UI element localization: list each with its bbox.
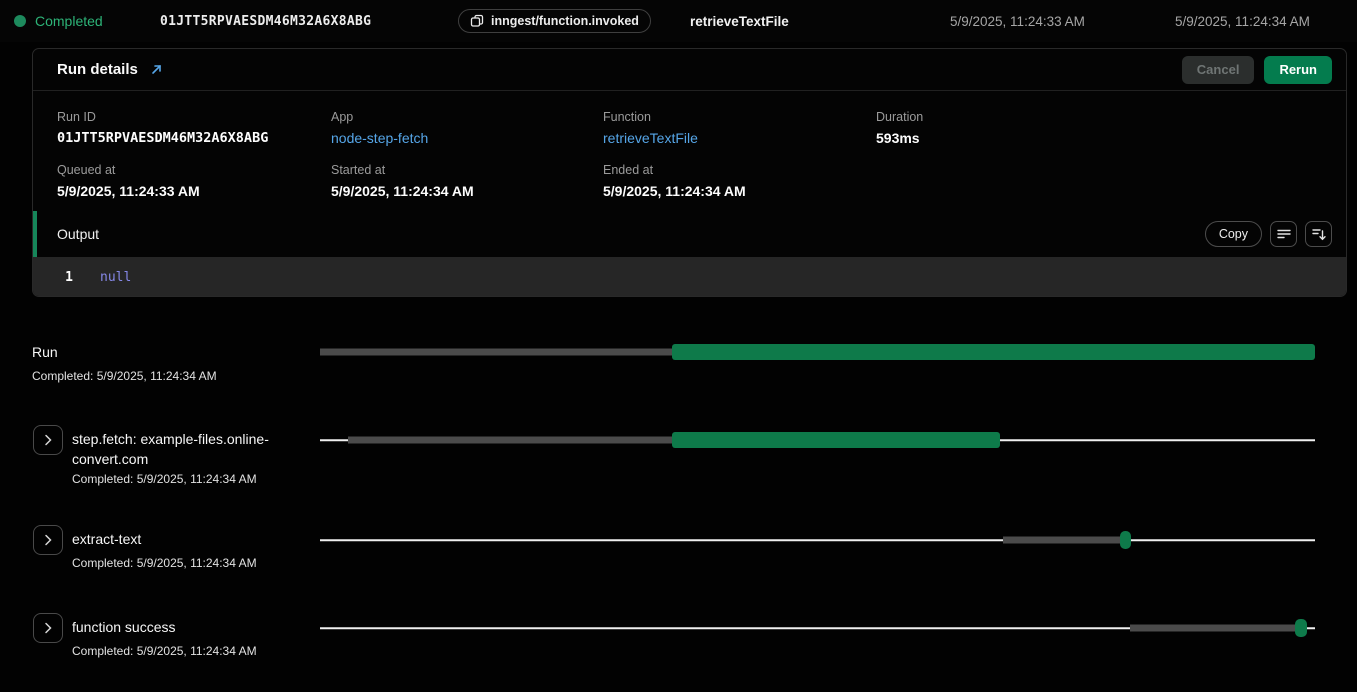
status-badge: Completed (14, 0, 103, 42)
trace-row-completed-at: Completed: 5/9/2025, 11:24:34 AM (72, 556, 257, 570)
word-wrap-button[interactable] (1270, 221, 1297, 247)
status-label: Completed (35, 13, 103, 29)
trace-row-label: function success (72, 617, 257, 637)
timeline-segment-active (672, 432, 999, 448)
timeline-segment-marker (1120, 531, 1131, 549)
expand-step-button[interactable] (33, 613, 63, 643)
field-queued-at: Queued at 5/9/2025, 11:24:33 AM (57, 163, 331, 199)
started-timestamp: 5/9/2025, 11:24:34 AM (1175, 0, 1310, 42)
timeline-segment-queued (1130, 625, 1295, 632)
field-ended-at: Ended at 5/9/2025, 11:24:34 AM (603, 163, 876, 199)
panel-title: Run details (57, 61, 138, 78)
timeline-track (320, 342, 1315, 362)
timeline-segment-queued (320, 349, 672, 356)
timeline-track (320, 430, 1315, 450)
panel-header: Run details Cancel Rerun (33, 49, 1346, 91)
timeline-track (320, 530, 1315, 550)
run-summary-bar[interactable]: Completed 01JTT5RPVAESDM46M32A6X8ABG inn… (0, 0, 1357, 42)
output-header: Output Copy (33, 211, 1346, 257)
trace-row-completed-at: Completed: 5/9/2025, 11:24:34 AM (72, 472, 320, 486)
trace-row-label: step.fetch: example-files.online-convert… (72, 429, 320, 469)
chevron-right-icon (44, 534, 52, 546)
rerun-button[interactable]: Rerun (1264, 56, 1332, 84)
queued-timestamp: 5/9/2025, 11:24:33 AM (950, 0, 1085, 42)
field-label: Ended at (603, 163, 876, 177)
copy-output-button[interactable]: Copy (1205, 221, 1262, 247)
field-label: Duration (876, 110, 1322, 124)
timeline-segment-line (320, 439, 348, 441)
trace-row-function-success: function success Completed: 5/9/2025, 11… (0, 612, 1357, 692)
run-details-grid: Run ID 01JTT5RPVAESDM46M32A6X8ABG App no… (33, 91, 1346, 199)
align-lines-icon (1277, 228, 1291, 240)
trace-row-label: Run (32, 342, 217, 362)
timeline-segment-line (1131, 539, 1315, 541)
trace-row-extract-text: extract-text Completed: 5/9/2025, 11:24:… (0, 524, 1357, 604)
format-output-button[interactable] (1305, 221, 1332, 247)
field-label: Started at (331, 163, 603, 177)
status-dot-icon (14, 15, 26, 27)
field-duration: Duration 593ms (876, 110, 1322, 146)
panel-actions: Cancel Rerun (1182, 56, 1332, 84)
field-value: 593ms (876, 130, 1322, 146)
run-id-text: 01JTT5RPVAESDM46M32A6X8ABG (160, 0, 371, 42)
app-link[interactable]: node-step-fetch (331, 130, 603, 146)
function-name-text: retrieveTextFile (690, 0, 789, 42)
field-label: Queued at (57, 163, 331, 177)
field-value: 5/9/2025, 11:24:34 AM (603, 183, 876, 199)
trace-row-step-fetch: step.fetch: example-files.online-convert… (0, 424, 1357, 504)
output-accent-bar (33, 211, 37, 257)
trigger-event-badge: inngest/function.invoked (458, 9, 651, 33)
timeline-segment-line (1307, 627, 1315, 629)
line-number: 1 (33, 270, 73, 285)
output-actions: Copy (1205, 221, 1346, 247)
external-link-icon[interactable] (150, 63, 163, 76)
chevron-right-icon (44, 622, 52, 634)
trace-row-info: extract-text Completed: 5/9/2025, 11:24:… (33, 524, 320, 570)
field-function: Function retrieveTextFile (603, 110, 876, 146)
field-label: Function (603, 110, 876, 124)
trace-row-info: function success Completed: 5/9/2025, 11… (33, 612, 320, 658)
event-name: inngest/function.invoked (491, 14, 639, 28)
timeline-segment-line (320, 627, 1130, 629)
timeline-track (320, 618, 1315, 638)
field-value: 01JTT5RPVAESDM46M32A6X8ABG (57, 130, 331, 146)
output-title: Output (57, 226, 99, 242)
trace-row-info: Run Completed: 5/9/2025, 11:24:34 AM (32, 336, 319, 383)
timeline-segment-queued (1003, 537, 1120, 544)
field-label: App (331, 110, 603, 124)
field-value: 5/9/2025, 11:24:33 AM (57, 183, 331, 199)
trace-row-completed-at: Completed: 5/9/2025, 11:24:34 AM (72, 644, 257, 658)
trace-row-label: extract-text (72, 529, 257, 549)
field-run-id: Run ID 01JTT5RPVAESDM46M32A6X8ABG (57, 110, 331, 146)
field-value: 5/9/2025, 11:24:34 AM (331, 183, 603, 199)
output-value: null (100, 270, 131, 285)
function-link[interactable]: retrieveTextFile (603, 130, 876, 146)
field-started-at: Started at 5/9/2025, 11:24:34 AM (331, 163, 603, 199)
output-code-block[interactable]: 1 null (33, 257, 1346, 297)
field-label: Run ID (57, 110, 331, 124)
expand-step-button[interactable] (33, 525, 63, 555)
trace-row-info: step.fetch: example-files.online-convert… (33, 424, 320, 486)
expand-step-button[interactable] (33, 425, 63, 455)
timeline-segment-active (672, 344, 1315, 360)
lines-down-arrow-icon (1312, 228, 1326, 241)
field-app: App node-step-fetch (331, 110, 603, 146)
chevron-right-icon (44, 434, 52, 446)
run-details-panel: Run details Cancel Rerun Run ID 01JTT5RP… (32, 48, 1347, 297)
trace-row-completed-at: Completed: 5/9/2025, 11:24:34 AM (32, 369, 217, 383)
timeline-segment-queued (348, 437, 672, 444)
timeline-segment-line (320, 539, 1003, 541)
timeline-segment-line (1000, 439, 1315, 441)
trace-row-run: Run Completed: 5/9/2025, 11:24:34 AM (0, 336, 1357, 416)
timeline-segment-marker (1295, 619, 1307, 637)
cancel-button[interactable]: Cancel (1182, 56, 1255, 84)
copy-icon (470, 14, 484, 28)
